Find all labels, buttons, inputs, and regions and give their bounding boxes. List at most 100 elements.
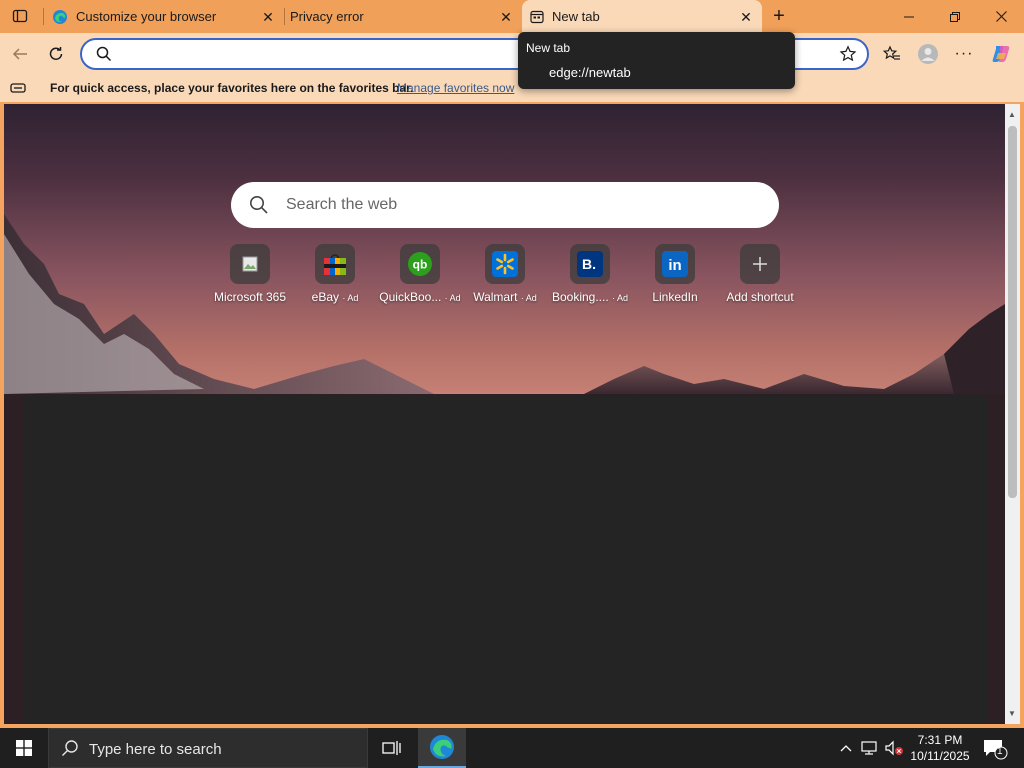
favorites-bar-message: For quick access, place your favorites h… [50, 81, 414, 95]
tab-title: New tab [552, 9, 600, 24]
network-icon [861, 741, 877, 755]
scrollbar-thumb[interactable] [1008, 126, 1017, 498]
start-button[interactable] [0, 728, 48, 768]
shortcut-quickbooks[interactable]: qb QuickBoo... · Ad [375, 244, 465, 306]
notifications-button[interactable]: 1 [982, 738, 1008, 760]
web-search-box[interactable]: Search the web [231, 182, 779, 228]
chevron-up-icon [840, 745, 852, 752]
task-view-icon [382, 741, 401, 755]
close-icon[interactable]: ✕ [498, 9, 514, 25]
back-button[interactable] [5, 39, 35, 69]
notification-count: 1 [997, 746, 1003, 757]
volume-button[interactable] [884, 738, 904, 758]
tab-customize[interactable]: Customize your browser ✕ [44, 0, 284, 33]
quickbooks-icon: qb [408, 252, 432, 276]
shortcut-linkedin[interactable]: in LinkedIn [630, 244, 720, 306]
manage-favorites-link[interactable]: Manage favorites now [397, 81, 514, 95]
ad-badge: · Ad [612, 293, 629, 303]
new-tab-page-icon [530, 10, 544, 24]
shortcut-booking[interactable]: B. Booking.... · Ad [545, 244, 635, 306]
shortcut-name: Microsoft 365 [213, 290, 287, 304]
taskbar-search-input[interactable]: Type here to search [89, 741, 222, 758]
new-tab-button[interactable]: + [766, 4, 792, 28]
tab-actions-icon [12, 9, 28, 23]
tab-privacy-error[interactable]: Privacy error ✕ [284, 0, 522, 33]
ebay-bag-icon [324, 254, 346, 275]
add-shortcut-button[interactable]: Add shortcut [715, 244, 805, 306]
shortcut-name: Add shortcut [726, 290, 794, 304]
notification-icon [984, 740, 1008, 760]
minimize-button[interactable] [886, 0, 932, 33]
tab-title: Customize your browser [76, 9, 217, 24]
copilot-button[interactable] [986, 39, 1016, 69]
restore-button[interactable] [932, 0, 978, 33]
shortcut-tile [230, 244, 270, 284]
web-search-input[interactable]: Search the web [286, 196, 397, 214]
suggestion-url[interactable]: edge://newtab [549, 65, 631, 80]
windows-logo-icon [16, 740, 32, 756]
broken-image-icon [242, 256, 258, 272]
close-icon [995, 11, 1007, 22]
add-favorite-star-icon[interactable] [839, 45, 857, 68]
copilot-icon [992, 46, 1010, 62]
shortcut-tile: in [655, 244, 695, 284]
profile-button[interactable] [913, 39, 943, 69]
plus-icon: + [773, 4, 785, 27]
ad-badge: · Ad [342, 293, 359, 303]
shortcut-ebay[interactable]: eBay · Ad [290, 244, 380, 306]
clock-time: 7:31 PM [917, 733, 963, 747]
plus-icon [753, 257, 767, 271]
browser-toolbar: ··· [0, 33, 1024, 75]
shortcut-name: eBay [311, 290, 339, 304]
more-dots-icon: ··· [954, 45, 974, 62]
svg-text:qb: qb [413, 258, 428, 272]
edge-icon [430, 735, 454, 759]
shortcut-name: Walmart [473, 290, 518, 304]
shortcut-label: Microsoft 365 [205, 290, 295, 304]
show-hidden-icons-button[interactable] [836, 738, 856, 758]
windows-taskbar: Type here to search 7:31 PM 10/11/2025 1 [0, 728, 1024, 768]
content-feed-panel [23, 396, 987, 724]
favorites-bar-icon [10, 81, 26, 98]
tab-title: Privacy error [290, 9, 364, 24]
tab-new-tab[interactable]: New tab ✕ [522, 0, 762, 33]
ad-badge: · Ad [520, 293, 537, 303]
shortcut-name: Booking.... [551, 290, 609, 304]
walmart-spark-icon [492, 251, 518, 277]
favorites-button[interactable] [877, 39, 907, 69]
back-arrow-icon [12, 48, 27, 60]
scroll-up-arrow-icon[interactable]: ▲ [1008, 110, 1016, 119]
restore-icon [950, 11, 960, 22]
shortcut-tile: qb [400, 244, 440, 284]
page-scrollbar[interactable]: ▲ ▼ [1005, 104, 1020, 724]
search-icon [249, 195, 269, 220]
shortcut-label: LinkedIn [630, 290, 720, 304]
close-window-button[interactable] [978, 0, 1024, 33]
favorites-bar: For quick access, place your favorites h… [0, 75, 1024, 102]
taskbar-edge-button[interactable] [418, 728, 466, 768]
settings-and-more-button[interactable]: ··· [949, 39, 979, 69]
favorites-icon [883, 45, 900, 60]
network-button[interactable] [860, 738, 880, 758]
shortcut-label: Walmart · Ad [460, 290, 550, 304]
task-view-button[interactable] [368, 728, 416, 768]
suggestion-title: New tab [526, 41, 571, 55]
shortcut-microsoft-365[interactable]: Microsoft 365 [205, 244, 295, 306]
linkedin-icon: in [662, 251, 688, 277]
shortcut-label: Booking.... · Ad [545, 290, 635, 304]
booking-icon: B. [577, 251, 603, 277]
search-icon [96, 46, 112, 67]
svg-text:B.: B. [582, 256, 596, 272]
new-tab-page: Search the web Microsoft 365 eBay · Ad q… [4, 104, 1005, 724]
scroll-down-arrow-icon[interactable]: ▼ [1008, 709, 1016, 718]
shortcut-tile [740, 244, 780, 284]
taskbar-search-box[interactable]: Type here to search [48, 728, 368, 768]
shortcut-walmart[interactable]: Walmart · Ad [460, 244, 550, 306]
close-icon[interactable]: ✕ [738, 9, 754, 25]
refresh-icon [49, 47, 63, 60]
taskbar-clock[interactable]: 7:31 PM 10/11/2025 [904, 732, 976, 764]
refresh-button[interactable] [41, 39, 71, 69]
tab-actions-button[interactable] [6, 4, 34, 28]
close-icon[interactable]: ✕ [260, 9, 276, 25]
shortcut-name: LinkedIn [652, 290, 698, 304]
